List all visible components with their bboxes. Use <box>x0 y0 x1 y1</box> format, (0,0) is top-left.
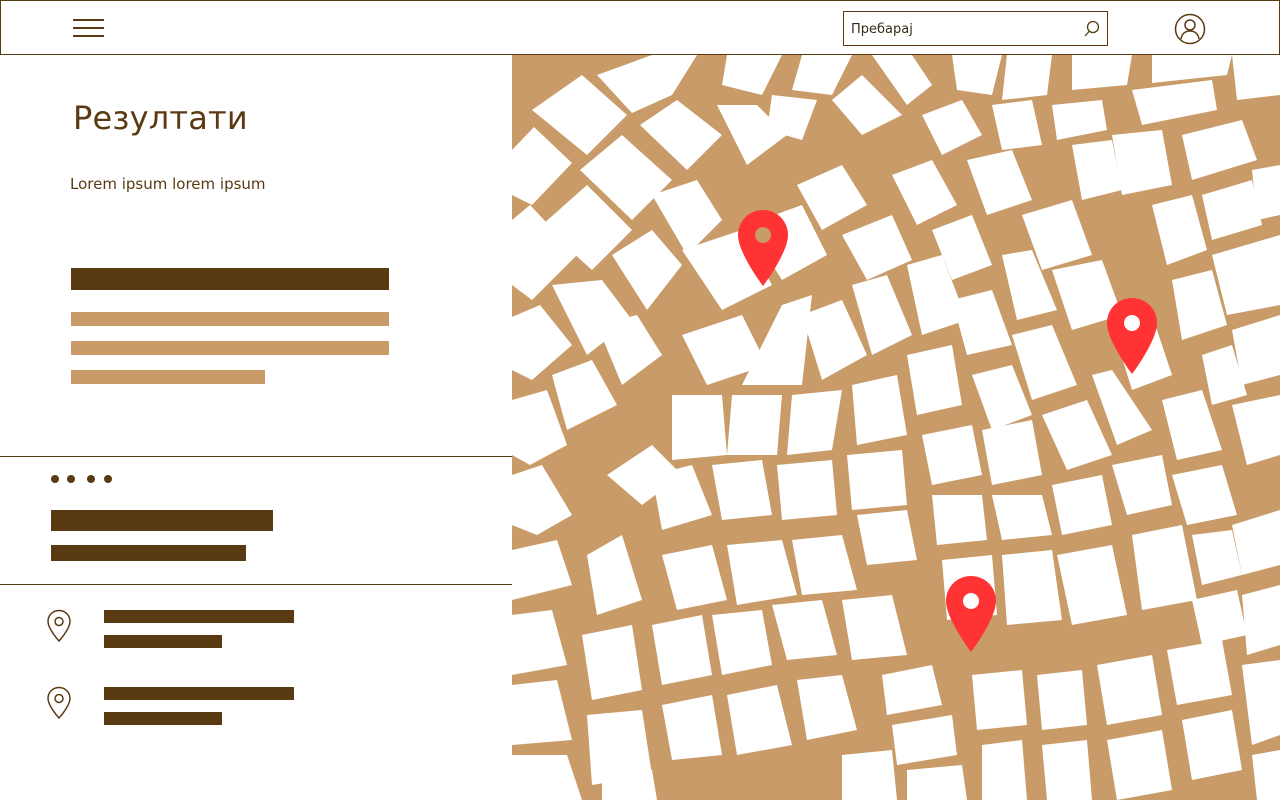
rating-dot <box>87 475 95 483</box>
map-marker-icon[interactable] <box>944 574 998 654</box>
placeholder-detail-bar <box>51 545 246 561</box>
search-icon[interactable] <box>1083 19 1101 39</box>
placeholder-location-name <box>104 610 294 623</box>
results-title: Резултати <box>73 99 248 137</box>
placeholder-location-name <box>104 687 294 700</box>
placeholder-location-detail <box>104 712 222 725</box>
rating-dot <box>104 475 112 483</box>
street-map <box>512 55 1280 800</box>
rating-dot <box>51 475 59 483</box>
results-subtitle: Lorem ipsum lorem ipsum <box>70 175 266 193</box>
hamburger-menu-icon[interactable] <box>73 18 105 40</box>
placeholder-title-bar <box>51 510 273 531</box>
placeholder-text-line <box>71 370 265 384</box>
section-divider <box>0 456 512 457</box>
section-divider <box>0 584 512 585</box>
rating-dot <box>67 475 75 483</box>
placeholder-heading-bar <box>71 268 389 290</box>
map-marker-icon[interactable] <box>1105 296 1159 376</box>
results-panel: Резултати Lorem ipsum lorem ipsum <box>0 55 512 800</box>
placeholder-text-line <box>71 341 389 355</box>
search-input[interactable] <box>851 18 1076 40</box>
location-pin-icon <box>47 686 71 720</box>
placeholder-location-detail <box>104 635 222 648</box>
user-profile-icon[interactable] <box>1174 13 1206 45</box>
location-pin-icon <box>47 609 71 643</box>
map-marker-icon[interactable] <box>736 208 790 288</box>
top-bar <box>0 0 1280 55</box>
map-view[interactable] <box>512 55 1280 800</box>
search-box[interactable] <box>843 11 1108 46</box>
placeholder-text-line <box>71 312 389 326</box>
